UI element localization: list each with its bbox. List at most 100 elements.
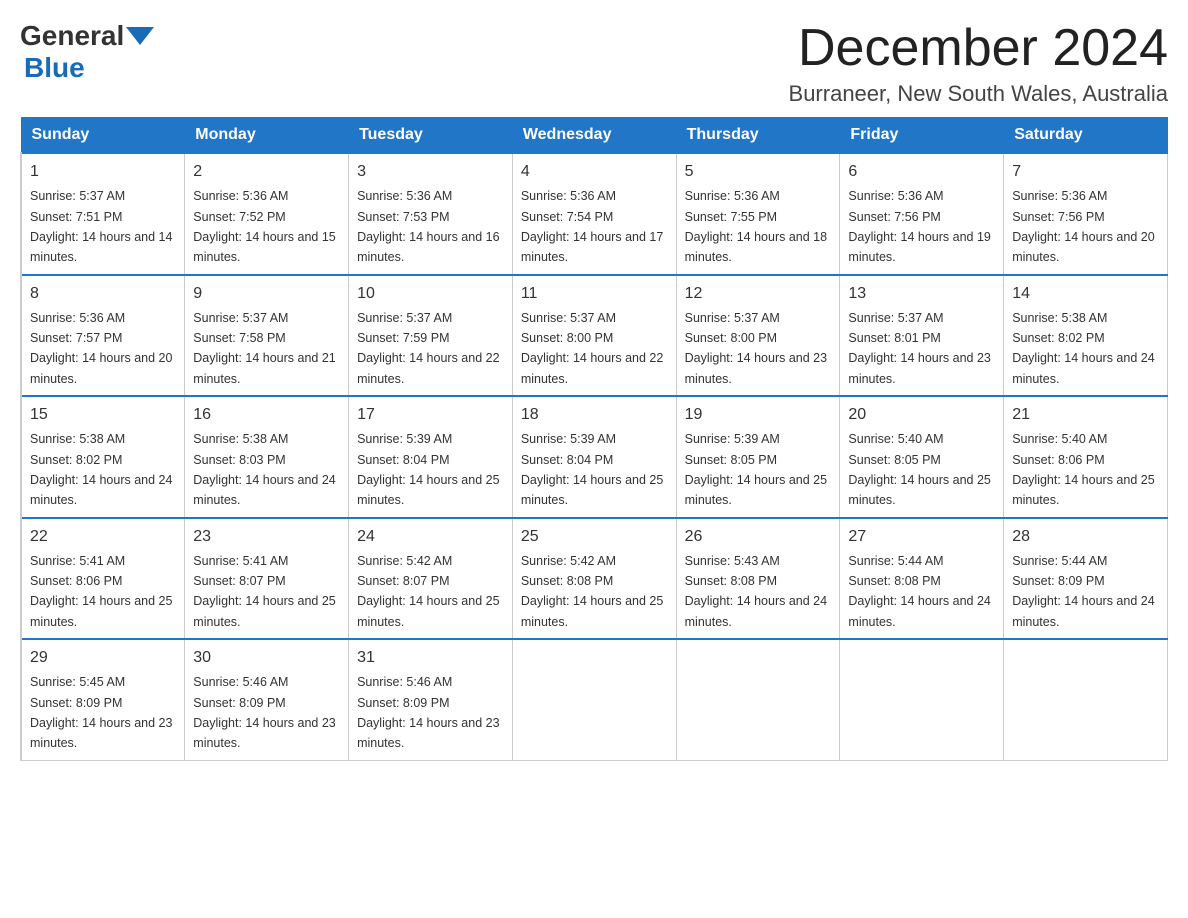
day-info: Sunrise: 5:41 AMSunset: 8:07 PMDaylight:… [193, 554, 335, 629]
day-info: Sunrise: 5:36 AMSunset: 7:56 PMDaylight:… [1012, 189, 1154, 264]
calendar-cell: 11 Sunrise: 5:37 AMSunset: 8:00 PMDaylig… [512, 275, 676, 397]
day-info: Sunrise: 5:45 AMSunset: 8:09 PMDaylight:… [30, 675, 172, 750]
day-number: 24 [357, 525, 504, 549]
day-number: 5 [685, 160, 832, 184]
day-number: 25 [521, 525, 668, 549]
calendar-cell: 14 Sunrise: 5:38 AMSunset: 8:02 PMDaylig… [1004, 275, 1168, 397]
day-info: Sunrise: 5:36 AMSunset: 7:55 PMDaylight:… [685, 189, 827, 264]
day-info: Sunrise: 5:46 AMSunset: 8:09 PMDaylight:… [193, 675, 335, 750]
day-number: 1 [30, 160, 176, 184]
calendar-week-row-5: 29 Sunrise: 5:45 AMSunset: 8:09 PMDaylig… [21, 639, 1168, 760]
day-number: 17 [357, 403, 504, 427]
day-number: 11 [521, 282, 668, 306]
day-number: 2 [193, 160, 340, 184]
day-info: Sunrise: 5:36 AMSunset: 7:56 PMDaylight:… [848, 189, 990, 264]
calendar-cell: 27 Sunrise: 5:44 AMSunset: 8:08 PMDaylig… [840, 518, 1004, 640]
day-number: 26 [685, 525, 832, 549]
logo-triangle-icon [126, 27, 154, 45]
calendar-cell: 1 Sunrise: 5:37 AMSunset: 7:51 PMDayligh… [21, 153, 185, 275]
day-number: 16 [193, 403, 340, 427]
day-info: Sunrise: 5:37 AMSunset: 7:51 PMDaylight:… [30, 189, 172, 264]
day-number: 12 [685, 282, 832, 306]
calendar-cell: 9 Sunrise: 5:37 AMSunset: 7:58 PMDayligh… [185, 275, 349, 397]
day-info: Sunrise: 5:36 AMSunset: 7:57 PMDaylight:… [30, 311, 172, 386]
calendar-cell [840, 639, 1004, 760]
day-number: 7 [1012, 160, 1159, 184]
calendar-cell: 29 Sunrise: 5:45 AMSunset: 8:09 PMDaylig… [21, 639, 185, 760]
calendar-cell: 13 Sunrise: 5:37 AMSunset: 8:01 PMDaylig… [840, 275, 1004, 397]
title-area: December 2024 Burraneer, New South Wales… [789, 20, 1168, 107]
calendar-header-row: Sunday Monday Tuesday Wednesday Thursday… [21, 118, 1168, 154]
calendar-cell: 8 Sunrise: 5:36 AMSunset: 7:57 PMDayligh… [21, 275, 185, 397]
calendar-cell: 17 Sunrise: 5:39 AMSunset: 8:04 PMDaylig… [349, 396, 513, 518]
day-number: 23 [193, 525, 340, 549]
day-number: 28 [1012, 525, 1159, 549]
logo-area: General Blue [20, 20, 156, 84]
day-number: 22 [30, 525, 176, 549]
calendar-cell: 16 Sunrise: 5:38 AMSunset: 8:03 PMDaylig… [185, 396, 349, 518]
day-number: 4 [521, 160, 668, 184]
calendar-cell: 20 Sunrise: 5:40 AMSunset: 8:05 PMDaylig… [840, 396, 1004, 518]
calendar-cell: 3 Sunrise: 5:36 AMSunset: 7:53 PMDayligh… [349, 153, 513, 275]
day-info: Sunrise: 5:37 AMSunset: 7:58 PMDaylight:… [193, 311, 335, 386]
calendar-cell: 18 Sunrise: 5:39 AMSunset: 8:04 PMDaylig… [512, 396, 676, 518]
day-number: 9 [193, 282, 340, 306]
day-number: 20 [848, 403, 995, 427]
day-number: 29 [30, 646, 176, 670]
day-info: Sunrise: 5:39 AMSunset: 8:05 PMDaylight:… [685, 432, 827, 507]
day-info: Sunrise: 5:39 AMSunset: 8:04 PMDaylight:… [357, 432, 499, 507]
calendar-table: Sunday Monday Tuesday Wednesday Thursday… [20, 117, 1168, 761]
calendar-cell: 31 Sunrise: 5:46 AMSunset: 8:09 PMDaylig… [349, 639, 513, 760]
day-info: Sunrise: 5:37 AMSunset: 8:01 PMDaylight:… [848, 311, 990, 386]
day-number: 6 [848, 160, 995, 184]
col-header-monday: Monday [185, 118, 349, 154]
day-number: 14 [1012, 282, 1159, 306]
day-info: Sunrise: 5:41 AMSunset: 8:06 PMDaylight:… [30, 554, 172, 629]
day-number: 3 [357, 160, 504, 184]
calendar-cell: 12 Sunrise: 5:37 AMSunset: 8:00 PMDaylig… [676, 275, 840, 397]
col-header-friday: Friday [840, 118, 1004, 154]
day-number: 15 [30, 403, 176, 427]
calendar-cell [676, 639, 840, 760]
day-info: Sunrise: 5:43 AMSunset: 8:08 PMDaylight:… [685, 554, 827, 629]
calendar-cell [512, 639, 676, 760]
col-header-sunday: Sunday [21, 118, 185, 154]
day-info: Sunrise: 5:37 AMSunset: 7:59 PMDaylight:… [357, 311, 499, 386]
day-info: Sunrise: 5:37 AMSunset: 8:00 PMDaylight:… [685, 311, 827, 386]
calendar-cell: 19 Sunrise: 5:39 AMSunset: 8:05 PMDaylig… [676, 396, 840, 518]
day-info: Sunrise: 5:40 AMSunset: 8:06 PMDaylight:… [1012, 432, 1154, 507]
calendar-week-row-1: 1 Sunrise: 5:37 AMSunset: 7:51 PMDayligh… [21, 153, 1168, 275]
calendar-cell: 15 Sunrise: 5:38 AMSunset: 8:02 PMDaylig… [21, 396, 185, 518]
page-container: General Blue December 2024 Burraneer, Ne… [20, 20, 1168, 761]
calendar-cell: 5 Sunrise: 5:36 AMSunset: 7:55 PMDayligh… [676, 153, 840, 275]
day-info: Sunrise: 5:36 AMSunset: 7:54 PMDaylight:… [521, 189, 663, 264]
day-info: Sunrise: 5:38 AMSunset: 8:03 PMDaylight:… [193, 432, 335, 507]
calendar-cell: 24 Sunrise: 5:42 AMSunset: 8:07 PMDaylig… [349, 518, 513, 640]
calendar-cell: 7 Sunrise: 5:36 AMSunset: 7:56 PMDayligh… [1004, 153, 1168, 275]
day-number: 13 [848, 282, 995, 306]
day-info: Sunrise: 5:37 AMSunset: 8:00 PMDaylight:… [521, 311, 663, 386]
calendar-cell: 30 Sunrise: 5:46 AMSunset: 8:09 PMDaylig… [185, 639, 349, 760]
calendar-cell: 28 Sunrise: 5:44 AMSunset: 8:09 PMDaylig… [1004, 518, 1168, 640]
calendar-cell: 21 Sunrise: 5:40 AMSunset: 8:06 PMDaylig… [1004, 396, 1168, 518]
day-info: Sunrise: 5:46 AMSunset: 8:09 PMDaylight:… [357, 675, 499, 750]
calendar-cell: 10 Sunrise: 5:37 AMSunset: 7:59 PMDaylig… [349, 275, 513, 397]
day-number: 10 [357, 282, 504, 306]
day-info: Sunrise: 5:42 AMSunset: 8:08 PMDaylight:… [521, 554, 663, 629]
calendar-cell: 4 Sunrise: 5:36 AMSunset: 7:54 PMDayligh… [512, 153, 676, 275]
calendar-cell: 23 Sunrise: 5:41 AMSunset: 8:07 PMDaylig… [185, 518, 349, 640]
calendar-cell [1004, 639, 1168, 760]
header: General Blue December 2024 Burraneer, Ne… [20, 20, 1168, 107]
day-info: Sunrise: 5:36 AMSunset: 7:53 PMDaylight:… [357, 189, 499, 264]
day-info: Sunrise: 5:38 AMSunset: 8:02 PMDaylight:… [1012, 311, 1154, 386]
col-header-wednesday: Wednesday [512, 118, 676, 154]
logo: General [20, 20, 156, 52]
day-number: 30 [193, 646, 340, 670]
logo-general-text: General [20, 20, 124, 52]
day-info: Sunrise: 5:40 AMSunset: 8:05 PMDaylight:… [848, 432, 990, 507]
col-header-tuesday: Tuesday [349, 118, 513, 154]
month-title: December 2024 [789, 20, 1168, 77]
day-number: 18 [521, 403, 668, 427]
day-info: Sunrise: 5:42 AMSunset: 8:07 PMDaylight:… [357, 554, 499, 629]
day-number: 21 [1012, 403, 1159, 427]
